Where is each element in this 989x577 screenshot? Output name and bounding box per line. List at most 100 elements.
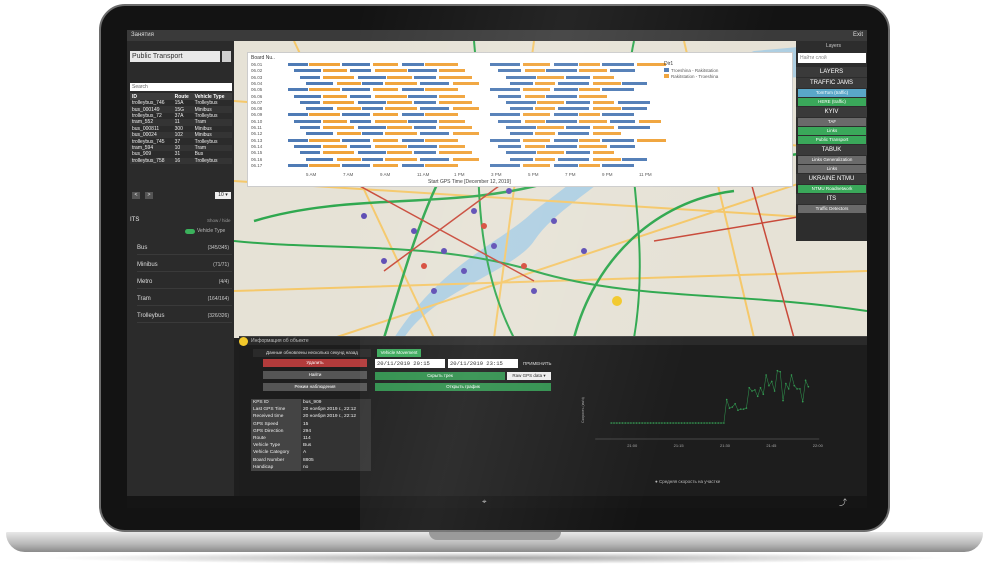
watch-mode-button[interactable]: Режим наблюдения	[263, 383, 367, 391]
info-row: Last GPS Time 20 ноября 2019 г., 22:12	[251, 406, 371, 414]
hide-track-button[interactable]: Скрыть трек	[375, 372, 505, 380]
gantt-bar	[373, 63, 398, 66]
layer-section-kyiv[interactable]: KYIV	[796, 107, 867, 117]
data-updated-tab[interactable]: Данные обновлены несколько секунд назад	[253, 349, 371, 357]
layer-search-input[interactable]: Найти слой	[798, 53, 866, 63]
layer-item[interactable]: TAF	[798, 118, 866, 126]
gantt-bar	[602, 113, 634, 117]
col-type[interactable]: Vehicle Type	[192, 93, 232, 100]
vehicle-category-item[interactable]: Metro (4/4)	[137, 275, 232, 289]
gantt-bar	[387, 151, 412, 155]
board-label: 06.03	[251, 74, 263, 80]
layer-section-layers[interactable]: LAYERS	[796, 67, 867, 77]
page-size-select[interactable]: 10 ▾	[215, 192, 231, 199]
table-row[interactable]: trolleybus_72 37A Trolleybus	[130, 113, 232, 119]
col-id[interactable]: ID	[130, 93, 173, 100]
gantt-bar	[602, 88, 634, 92]
layer-section-its[interactable]: ITS	[796, 194, 867, 204]
gantt-bar	[358, 75, 386, 79]
graph-legend: ● Средняя скорость на участке	[655, 479, 721, 484]
board-label: 06.10	[251, 118, 263, 124]
info-key: Route	[251, 434, 301, 443]
gantt-bar	[373, 163, 398, 167]
pager-prev-button[interactable]: <	[132, 192, 140, 199]
gantt-bar	[362, 132, 383, 136]
table-row[interactable]: trolleybus_746 15A Trolleybus	[130, 100, 232, 106]
apply-button[interactable]: ПРИМЕНИТЬ	[523, 361, 551, 366]
layer-item[interactable]: TomTom (traffic)	[798, 89, 866, 97]
delete-button[interactable]: Удалить	[263, 359, 367, 367]
map-cursor-icon[interactable]: ⌖	[482, 497, 487, 507]
exit-button[interactable]: Exit	[853, 30, 863, 41]
layer-item[interactable]: Links	[798, 165, 866, 173]
x-tick-label: 5 PM	[528, 172, 539, 177]
col-route[interactable]: Route	[172, 93, 193, 100]
date-to-input[interactable]: 20/11/2019 23:15	[448, 359, 518, 368]
board-label: 06.05	[251, 87, 263, 93]
dropdown-toggle-icon[interactable]	[222, 51, 231, 62]
layer-item[interactable]: Links Generalization	[798, 156, 866, 164]
category-name: Metro	[137, 279, 153, 285]
layer-section-tabuk[interactable]: TABUK	[796, 145, 867, 155]
board-label: 06.15	[251, 150, 263, 156]
graph-legend-label: Средняя скорость на участке	[658, 479, 721, 484]
gantt-bar	[579, 63, 600, 66]
info-row: Board Number 8805	[251, 456, 371, 464]
pager-next-button[interactable]: >	[145, 192, 153, 199]
gantt-bar	[593, 126, 614, 129]
vehicle-category-item[interactable]: Trolleybus (326/326)	[137, 309, 232, 323]
gantt-bar	[602, 138, 634, 142]
raw-data-select[interactable]: Raw GPS data ▾	[507, 372, 551, 380]
layer-item[interactable]: NTMU Roadnetwork	[798, 185, 866, 193]
vehicle-type-toggle[interactable]	[185, 229, 195, 234]
vehicle-search-input[interactable]: Search	[130, 83, 232, 91]
gantt-bar	[385, 132, 417, 136]
gantt-bar	[323, 100, 354, 104]
gantt-bar	[610, 119, 635, 123]
x-tick-label: 7 PM	[565, 172, 576, 177]
gantt-bar	[490, 63, 520, 66]
board-label: 06.14	[251, 143, 263, 149]
layer-section-ukraine-ntmu[interactable]: UKRAINE NTMU	[796, 174, 867, 184]
layer-item[interactable]: HERE (traffic)	[798, 98, 866, 106]
vehicle-movement-tab[interactable]: Vehicle Movement	[377, 349, 421, 357]
gantt-bar	[358, 100, 386, 104]
gantt-bar	[350, 69, 371, 73]
gantt-bar	[385, 157, 417, 161]
info-row: Vehicle Type Bus	[251, 442, 371, 450]
vehicle-category-item[interactable]: Tram (164/164)	[137, 292, 232, 306]
layer-section-traffic-jams[interactable]: TRAFFIC JAMS	[796, 78, 867, 88]
gantt-bar	[535, 107, 555, 111]
gantt-bar	[362, 81, 383, 85]
table-row[interactable]: trolleybus_758 16 Trolleybus	[130, 157, 232, 164]
gantt-bar	[309, 113, 340, 117]
date-from-input[interactable]: 20/11/2019 20:15	[375, 359, 445, 368]
layer-item[interactable]: Public Transport	[798, 136, 866, 144]
open-schedule-button[interactable]: Открыть график	[375, 383, 551, 391]
vehicle-category-item[interactable]: Bus (345/345)	[137, 241, 232, 255]
gantt-bar	[306, 107, 333, 111]
gantt-bar	[337, 107, 361, 111]
board-label: 06.09	[251, 112, 263, 118]
board-label: 06.01	[251, 62, 263, 67]
gantt-bar	[337, 157, 361, 161]
gantt-bar	[637, 138, 666, 142]
gantt-bar	[373, 113, 398, 117]
gantt-bar	[294, 144, 321, 148]
its-toggle-text[interactable]: Show / hide	[207, 218, 231, 223]
gantt-bar	[498, 94, 521, 98]
share-icon[interactable]: ⤴	[839, 497, 847, 508]
layer-item[interactable]: Links	[798, 127, 866, 135]
gantt-bar	[288, 88, 308, 92]
gantt-bar	[342, 113, 370, 117]
vehicle-info-table: KPS ID bus_909 Last GPS Time 20 ноября 2019…	[251, 399, 371, 471]
info-value: 294	[301, 427, 371, 435]
layer-item[interactable]: Traffic Detectors	[798, 205, 866, 213]
gantt-bar	[309, 163, 340, 167]
layer-dropdown[interactable]: Public Transport	[130, 51, 220, 62]
gantt-bar	[350, 119, 371, 123]
vehicle-category-item[interactable]: Minibus (71/71)	[137, 258, 232, 272]
gantt-bar	[402, 138, 424, 142]
find-button[interactable]: Найти	[263, 371, 367, 379]
gantt-bar	[288, 163, 308, 167]
